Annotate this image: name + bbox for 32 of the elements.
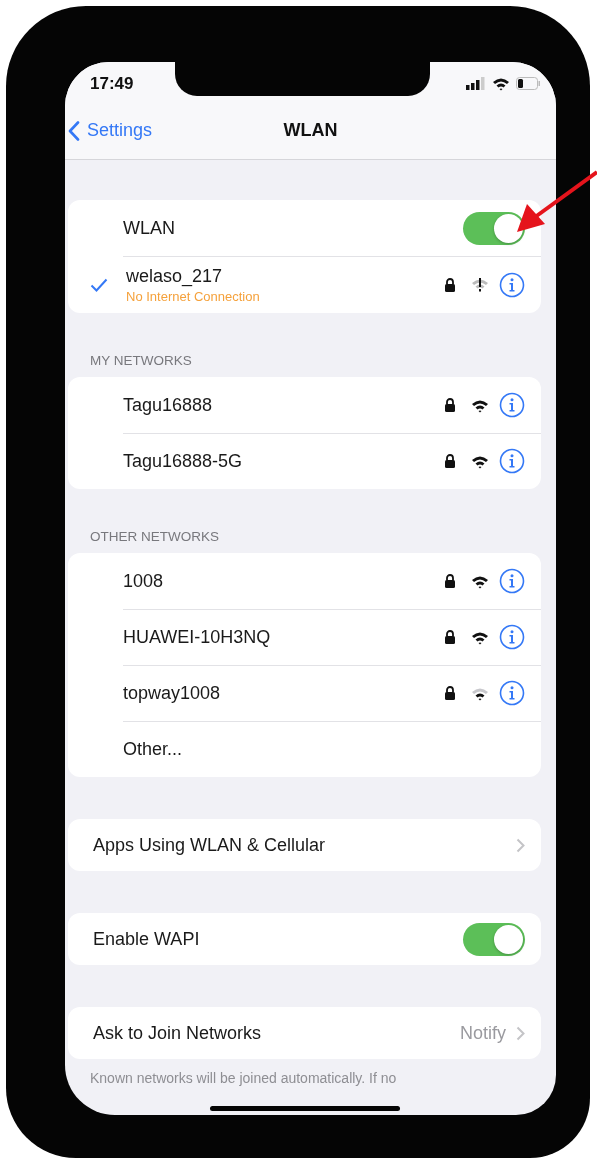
connection-status: No Internet Connection [126, 288, 261, 304]
chevron-icon [516, 837, 525, 853]
battery-icon [516, 76, 540, 90]
section-header: OTHER NETWORKS [89, 528, 220, 546]
footer-note: Known networks will be joined automatically. If no [90, 1069, 398, 1087]
chevron-icon [516, 1025, 525, 1041]
network-name[interactable]: welaso_217 [126, 265, 444, 287]
info-icon[interactable] [499, 392, 525, 418]
network-name[interactable]: HUAWEI-10H3NQ [123, 626, 444, 648]
info-icon[interactable] [499, 568, 525, 594]
info-icon[interactable] [499, 680, 525, 706]
setting-label[interactable]: Enable WAPI [93, 928, 463, 950]
info-icon[interactable] [499, 624, 525, 650]
section-header: MY NETWORKS [89, 352, 193, 370]
info-icon[interactable] [499, 271, 525, 298]
back-icon[interactable] [68, 120, 80, 141]
network-name[interactable]: Tagu16888-5G [123, 450, 444, 472]
network-name[interactable]: 1008 [123, 570, 444, 592]
back-link[interactable]: Settings [65, 120, 153, 141]
info-icon[interactable] [499, 448, 525, 474]
signal-icon [466, 76, 486, 90]
setting-label[interactable]: Ask to Join Networks [93, 1022, 460, 1044]
setting-label[interactable]: Apps Using WLAN & Cellular [93, 834, 516, 856]
setting-label: WLAN [123, 217, 176, 239]
toggle-switch[interactable] [463, 922, 525, 956]
clock-time: 17:49 [90, 74, 134, 94]
setting-value: Notify [460, 1022, 506, 1044]
network-name[interactable]: Tagu16888 [123, 394, 444, 416]
other-network-link[interactable]: Other... [123, 738, 525, 760]
network-name[interactable]: topway1008 [123, 682, 444, 704]
toggle-switch[interactable] [463, 211, 525, 245]
page-title: WLAN [283, 120, 338, 141]
